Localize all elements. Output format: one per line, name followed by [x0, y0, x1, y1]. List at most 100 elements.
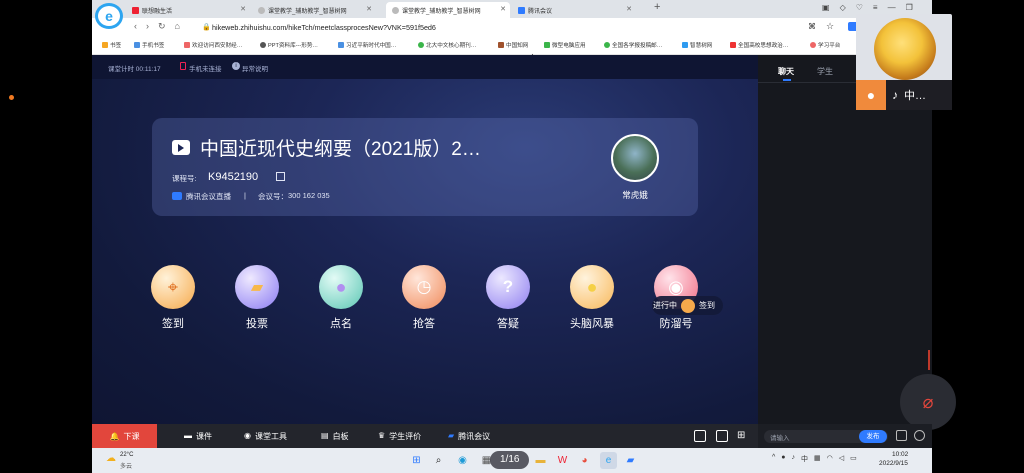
- pin-icon[interactable]: ◇: [840, 3, 846, 12]
- image-icon[interactable]: [896, 430, 907, 441]
- action-quick-answer[interactable]: ◷ 抢答: [384, 265, 464, 331]
- toolbar-label: 课件: [196, 432, 212, 441]
- bell-icon: 🔔: [109, 431, 120, 441]
- browser-tab[interactable]: 课堂教学_辅助教学_智慧树网 ✕: [252, 2, 376, 18]
- minimize-icon[interactable]: —: [888, 3, 896, 12]
- new-tab-icon[interactable]: +: [654, 1, 660, 13]
- end-class-label: 下课: [123, 431, 140, 441]
- menu-icon[interactable]: ≡: [873, 3, 878, 12]
- mic-tray-icon[interactable]: ♪: [792, 454, 796, 464]
- browser-icon[interactable]: e: [600, 452, 617, 469]
- action-qa[interactable]: ? 答疑: [468, 265, 548, 331]
- toolbar-tencent-meeting[interactable]: ▰ 腾讯会议: [448, 431, 490, 442]
- clock-time[interactable]: 10:02: [892, 451, 908, 458]
- tab-chat[interactable]: 聊天: [778, 66, 794, 77]
- wifi-icon[interactable]: ◠: [827, 454, 833, 464]
- close-icon[interactable]: ✕: [240, 5, 246, 13]
- browser-tab-bar: e 联想融生活 ✕ 课堂教学_辅助教学_智慧树网 ✕ 课堂教学_辅助教学_智慧树网 ✕…: [92, 0, 932, 29]
- side-panel: 聊天 学生: [758, 55, 932, 424]
- forward-icon[interactable]: ›: [146, 21, 149, 32]
- bookmark-item[interactable]: 手机书签: [134, 41, 164, 49]
- bookmark-label: 全国各学报投稿邮…: [612, 43, 663, 49]
- action-label: 答疑: [497, 318, 519, 330]
- toolbar-class-tools[interactable]: ◉ 课堂工具: [244, 431, 287, 442]
- browser-tab-active[interactable]: 课堂教学_辅助教学_智慧树网 ✕: [386, 2, 510, 18]
- start-icon[interactable]: ⊞: [408, 452, 425, 469]
- toolbar-courseware[interactable]: ▬ 课件: [184, 431, 212, 442]
- bookmark-item[interactable]: 全国高校思想政治…: [730, 41, 788, 49]
- bookmark-item[interactable]: 书签: [102, 41, 121, 49]
- home-icon[interactable]: ⌂: [175, 21, 180, 32]
- bookmark-item[interactable]: 北大中文核心期刊…: [418, 41, 476, 49]
- toolbar-student-evaluation[interactable]: ♛ 学生评价: [378, 431, 421, 442]
- bookmark-item[interactable]: 欢迎访问西安财经…: [184, 41, 242, 49]
- meeting-number: 300 162 035: [288, 191, 330, 200]
- chrome-icon[interactable]: ◕: [576, 452, 593, 469]
- end-class-button[interactable]: 🔔 下课: [92, 424, 157, 448]
- battery-icon[interactable]: ▭: [850, 454, 857, 464]
- action-label: 投票: [246, 318, 268, 330]
- chevron-up-icon[interactable]: ^: [772, 454, 775, 464]
- bookmark-item[interactable]: PPT资料库---形势…: [260, 41, 318, 49]
- bookmark-item[interactable]: 学习平台: [810, 41, 840, 49]
- bookmark-item[interactable]: 中国知网: [498, 41, 528, 49]
- tv-icon: [172, 140, 190, 155]
- folder-icon[interactable]: ▬: [532, 452, 549, 469]
- screenshot-icon[interactable]: [914, 430, 925, 441]
- favorite-star-icon[interactable]: ☆: [826, 21, 834, 32]
- close-icon[interactable]: ✕: [626, 5, 632, 13]
- avatar: [874, 18, 936, 80]
- folder-icon: ▬: [184, 431, 192, 440]
- bookmark-item[interactable]: 微型电脑应用: [544, 41, 586, 49]
- wps-icon[interactable]: W: [554, 452, 571, 469]
- in-progress-badge[interactable]: 进行中 签到: [652, 296, 723, 315]
- volume-icon[interactable]: ◁: [839, 454, 844, 464]
- url-field[interactable]: hikeweb.zhihuishu.com/hikeTch/meetclassp…: [212, 23, 436, 32]
- user-icon: ●: [856, 80, 886, 110]
- qr-icon[interactable]: ⌘: [808, 22, 816, 31]
- refresh-icon[interactable]: ↻: [158, 21, 166, 32]
- send-button[interactable]: 发布: [859, 430, 887, 443]
- video-tile[interactable]: ● ♪ 中…: [856, 14, 952, 110]
- grid-icon[interactable]: ⊞: [737, 430, 745, 441]
- question-answer-icon: ?: [486, 265, 530, 309]
- browser-logo-icon[interactable]: e: [95, 3, 123, 29]
- edge-icon[interactable]: ◉: [454, 452, 471, 469]
- action-vote[interactable]: ▰ 投票: [217, 265, 297, 331]
- mic-off-icon: ⌀: [922, 391, 934, 412]
- fullscreen-icon[interactable]: [716, 430, 728, 442]
- browser-tab[interactable]: 联想融生活 ✕: [126, 2, 250, 18]
- help-link[interactable]: 异常说明: [242, 63, 268, 73]
- bookmark-item[interactable]: 智慧树网: [682, 41, 712, 49]
- clock-date[interactable]: 2022/9/15: [879, 460, 908, 467]
- meeting-label: 会议号：: [258, 192, 288, 201]
- restore-icon[interactable]: ❐: [906, 3, 913, 12]
- tencent-meeting-taskbar-icon[interactable]: ▰: [622, 452, 639, 469]
- action-sign-in[interactable]: ⌖ 签到: [133, 265, 213, 331]
- bookmark-item[interactable]: 习近平新时代中国…: [338, 41, 396, 49]
- ime-indicator[interactable]: 中: [801, 454, 808, 464]
- phone-icon: [180, 62, 186, 70]
- qr-code-icon[interactable]: [276, 172, 285, 181]
- tab-active-underline: [783, 79, 791, 81]
- bookmark-item[interactable]: 全国各学报投稿邮…: [604, 41, 662, 49]
- grid-tray-icon[interactable]: ▦: [814, 454, 821, 464]
- close-icon[interactable]: ✕: [366, 5, 372, 13]
- class-status-strip: 课堂计时 00:11:17 手机未连接 i 异常说明: [92, 55, 758, 79]
- browser-tab[interactable]: 腾讯会议 ✕: [512, 2, 636, 18]
- close-icon[interactable]: ✕: [500, 5, 506, 13]
- qq-icon[interactable]: ●: [781, 454, 785, 464]
- bookmark-label: 智慧树网: [690, 43, 713, 49]
- roll-call-ball-icon: ●: [319, 265, 363, 309]
- tab-students[interactable]: 学生: [817, 66, 833, 77]
- mic-muted-button[interactable]: ⌀: [900, 374, 956, 430]
- back-icon[interactable]: ‹: [134, 21, 137, 32]
- bookmark-label: 书签: [110, 43, 122, 49]
- search-icon[interactable]: ⌕: [430, 452, 447, 469]
- sidebar-icon[interactable]: ▣: [822, 3, 830, 12]
- toolbar-whiteboard[interactable]: ▤ 白板: [321, 431, 349, 442]
- qr-share-icon[interactable]: [694, 430, 706, 442]
- action-brainstorm[interactable]: ● 头脑风暴: [552, 265, 632, 331]
- skin-icon[interactable]: ♡: [856, 3, 863, 12]
- action-roll-call[interactable]: ● 点名: [301, 265, 381, 331]
